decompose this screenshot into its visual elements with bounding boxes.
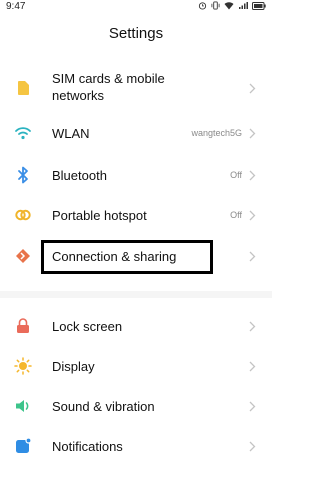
speaker-icon [16,400,29,412]
chevron-right-icon [249,170,256,181]
lock-icon [17,318,29,333]
settings-item-sim-cards[interactable]: SIM cards & mobile networks [0,66,272,110]
sim-cards-label-line2: networks [52,88,105,103]
settings-item-lock-screen[interactable]: Lock screen [0,306,272,346]
battery-icon [252,1,266,10]
portable-hotspot-label: Portable hotspot [52,208,147,223]
chevron-right-icon [249,361,256,372]
settings-item-display[interactable]: Display [0,346,272,386]
chevron-right-icon [249,251,256,262]
sound-vibration-label: Sound & vibration [52,399,155,414]
settings-item-bluetooth[interactable]: Bluetooth Off [0,155,272,195]
sim-cards-label-line1: SIM cards & mobile [52,71,165,86]
connection-sharing-icon [16,249,30,263]
portable-hotspot-value: Off [230,210,242,220]
settings-item-notifications[interactable]: Notifications [0,426,272,466]
lock-screen-label: Lock screen [52,319,123,334]
chevron-right-icon [249,401,256,412]
status-icons [198,1,266,10]
wifi-icon [15,127,31,140]
sun-icon [14,357,32,375]
settings-item-portable-hotspot[interactable]: Portable hotspot Off [0,195,272,235]
status-bar: 9:47 [0,0,272,14]
chevron-right-icon [249,128,256,139]
sim-card-icon [18,81,29,95]
wlan-value: wangtech5G [191,128,242,138]
page-title: Settings [108,25,164,42]
wlan-label: WLAN [52,126,90,141]
chevron-right-icon [249,441,256,452]
bluetooth-icon [18,166,28,184]
chevron-right-icon [249,321,256,332]
notification-icon [16,437,32,453]
settings-item-wlan[interactable]: WLAN wangtech5G [0,115,272,151]
vibrate-icon [211,1,220,10]
chevron-right-icon [249,83,256,94]
bluetooth-value: Off [230,170,242,180]
chevron-right-icon [249,210,256,221]
section-divider [0,291,272,298]
highlight-box [41,240,213,274]
status-time: 9:47 [6,1,26,12]
signal-icon [239,2,248,9]
alarm-icon [198,2,207,10]
display-label: Display [52,359,95,374]
wifi-status-icon [224,2,234,10]
notifications-label: Notifications [52,439,123,454]
hotspot-icon [15,209,31,221]
settings-item-sound-vibration[interactable]: Sound & vibration [0,386,272,426]
bluetooth-label: Bluetooth [52,168,107,183]
